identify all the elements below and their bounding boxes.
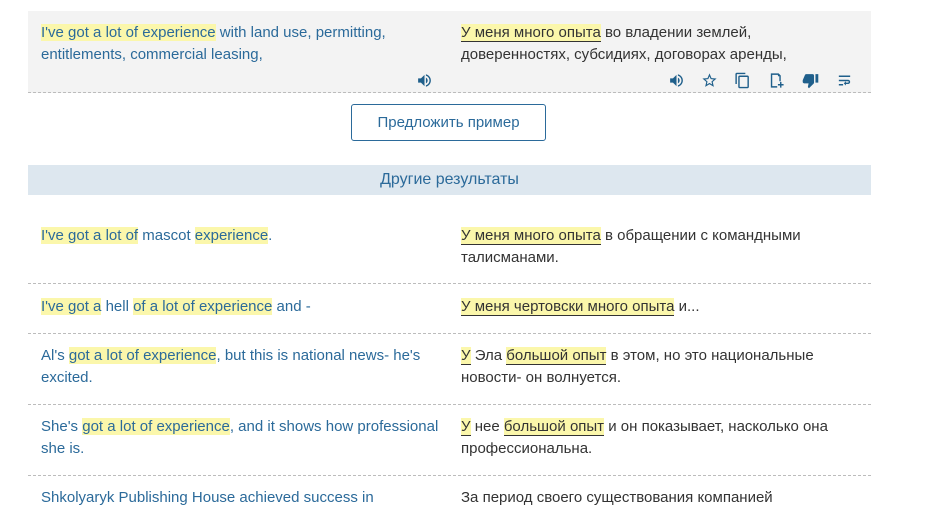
highlighted-phrase: У меня чертовски много опыта: [461, 298, 675, 316]
highlighted-phrase: got a lot of experience: [82, 418, 230, 435]
add-phrasebook-icon[interactable]: [766, 70, 786, 90]
source-sentence: I've got a lot of mascot experience.: [41, 225, 441, 247]
sentence-text: Эла: [470, 347, 507, 364]
result-row: She's got a lot of experience, and it sh…: [28, 416, 871, 476]
suggest-example-button[interactable]: Предложить пример: [351, 104, 546, 141]
target-sentence: У Эла большой опыт в этом, но это национ…: [461, 345, 851, 389]
wrap-icon[interactable]: [834, 70, 854, 90]
source-sentence: Shkolyaryk Publishing House achieved suc…: [41, 487, 441, 509]
target-sentence: За период своего существования компанией: [461, 487, 851, 509]
example-pair: I've got a lot of experience with land u…: [28, 11, 871, 93]
target-sentence: У меня чертовски много опыта и...: [461, 296, 851, 318]
source-sentence: I've got a hell of a lot of experience a…: [41, 296, 441, 318]
sentence-text: hell: [101, 298, 134, 315]
highlighted-phrase: of a lot of experience: [133, 298, 273, 315]
target-sentence: У меня много опыта во владении землей, д…: [461, 22, 851, 66]
copy-icon[interactable]: [732, 70, 752, 90]
target-sentence: У меня много опыта в обращении с командн…: [461, 225, 851, 269]
highlighted-phrase: I've got a lot of: [41, 227, 139, 244]
thumbs-down-icon[interactable]: [800, 70, 820, 90]
highlighted-phrase: большой опыт: [506, 347, 607, 365]
star-icon[interactable]: [699, 70, 719, 90]
highlighted-phrase: I've got a: [41, 298, 102, 315]
highlighted-phrase: большой опыт: [503, 418, 605, 436]
speaker-icon[interactable]: [414, 70, 434, 90]
sentence-text: mascot: [138, 227, 195, 244]
highlighted-phrase: experience: [194, 227, 269, 244]
target-sentence: У нее большой опыт и он показывает, наск…: [461, 416, 851, 460]
result-row: I've got a hell of a lot of experience a…: [28, 296, 871, 334]
sentence-text: and -: [272, 298, 311, 315]
highlighted-phrase: У: [461, 347, 471, 365]
highlighted-phrase: У меня много опыта: [461, 227, 601, 245]
highlighted-phrase: I've got a lot of experience: [41, 24, 216, 41]
source-sentence: She's got a lot of experience, and it sh…: [41, 416, 441, 460]
sentence-text: .: [268, 227, 273, 244]
other-results-header: Другие результаты: [28, 165, 871, 195]
highlighted-phrase: got a lot of experience: [68, 347, 217, 364]
result-row: I've got a lot of mascot experience. У м…: [28, 225, 871, 284]
sentence-text: She's: [41, 418, 83, 435]
result-row: Al's got a lot of experience, but this i…: [28, 345, 871, 405]
highlighted-phrase: У меня много опыта: [461, 24, 601, 42]
highlighted-phrase: У: [461, 418, 471, 436]
sentence-text: Al's: [41, 347, 69, 364]
source-sentence: Al's got a lot of experience, but this i…: [41, 345, 441, 389]
speaker-icon[interactable]: [666, 70, 686, 90]
result-row: Shkolyaryk Publishing House achieved suc…: [28, 487, 871, 527]
sentence-text: Shkolyaryk Publishing House achieved suc…: [41, 489, 374, 506]
sentence-text: нее: [470, 418, 504, 435]
sentence-text: и...: [674, 298, 700, 315]
source-sentence: I've got a lot of experience with land u…: [41, 22, 441, 66]
sentence-text: За период своего существования компанией: [461, 489, 773, 506]
